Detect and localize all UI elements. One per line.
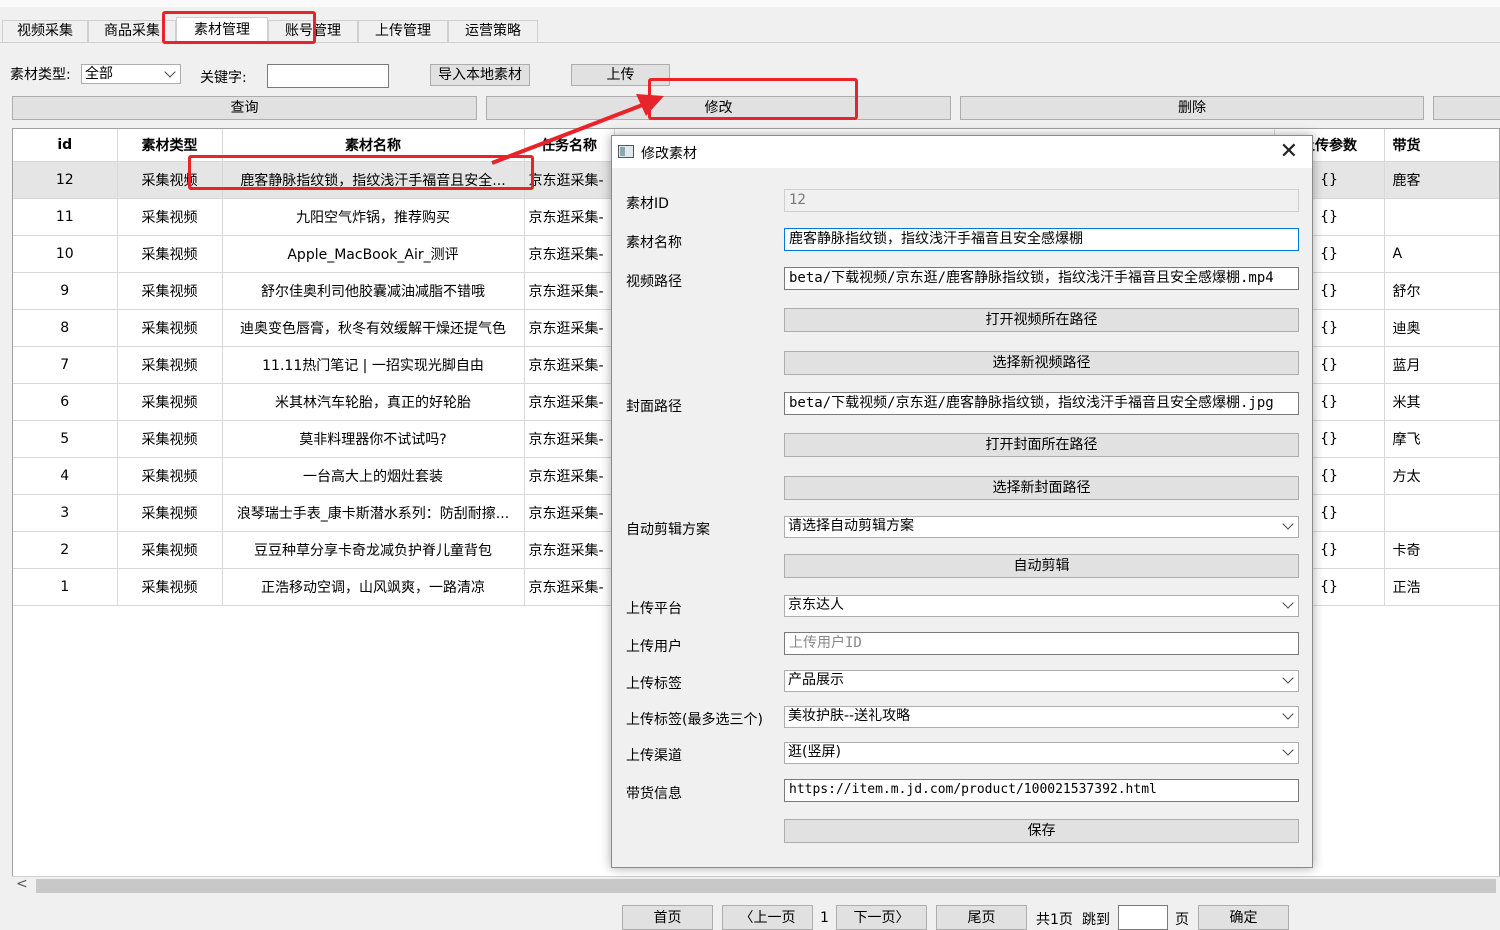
annotation-arrow (491, 94, 664, 165)
